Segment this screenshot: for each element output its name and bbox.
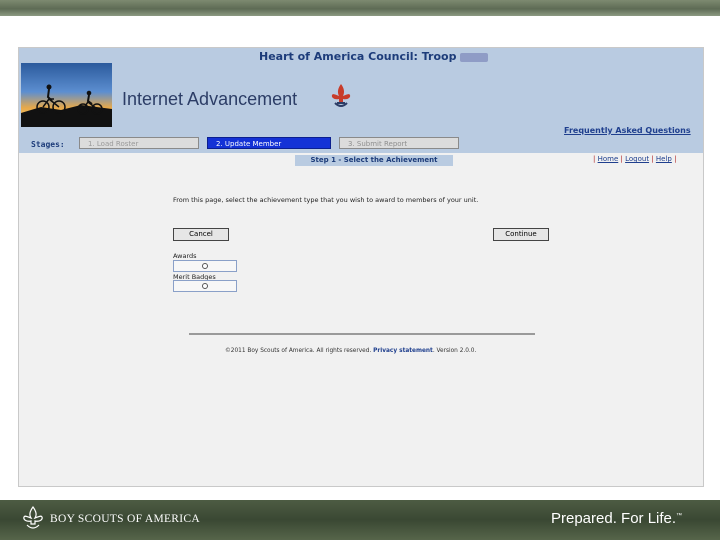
stages-label: Stages: [31, 140, 65, 149]
app-header: Heart of America Council: Troop Internet… [19, 48, 703, 153]
app-title: Internet Advancement [122, 89, 298, 109]
home-link[interactable]: Home [598, 155, 619, 163]
nav-links: | Home | Logout | Help | [593, 155, 676, 163]
link-separator: | [674, 155, 677, 163]
council-title-text: Heart of America Council: Troop [259, 50, 457, 63]
awards-label: Awards [173, 252, 197, 260]
cancel-button[interactable]: Cancel [173, 228, 229, 241]
faq-link[interactable]: Frequently Asked Questions [564, 126, 691, 135]
browser-content: Heart of America Council: Troop Internet… [18, 47, 704, 487]
cyclists-sunset-image [21, 63, 112, 127]
logout-link[interactable]: Logout [625, 155, 649, 163]
bsa-org-name: BOY SCOUTS OF AMERICA [50, 513, 200, 525]
tagline-text: Prepared. For Life. [551, 510, 677, 527]
merit-badges-option[interactable] [173, 280, 237, 292]
bsa-fleur-de-lis-icon [329, 83, 353, 111]
slide-top-band [0, 0, 720, 16]
stage-submit-report: 3. Submit Report [339, 137, 459, 149]
privacy-statement-link[interactable]: Privacy statement [373, 348, 433, 354]
link-separator: | [620, 155, 623, 163]
step-indicator: Step 1 - Select the Achievement [295, 155, 453, 166]
link-separator: | [593, 155, 596, 163]
copyright-footer: ©2011 Boy Scouts of America. All rights … [225, 348, 476, 354]
help-link[interactable]: Help [656, 155, 672, 163]
footer-divider [189, 333, 535, 335]
awards-radio[interactable] [202, 263, 208, 269]
awards-option[interactable] [173, 260, 237, 272]
stage-load-roster: 1. Load Roster [79, 137, 199, 149]
troop-number-redacted [460, 52, 489, 62]
council-title: Heart of America Council: Troop [259, 50, 489, 63]
trademark-symbol: ™ [676, 513, 683, 519]
stage-update-member: 2. Update Member [207, 137, 331, 149]
link-separator: | [651, 155, 654, 163]
version-text: . Version 2.0.0. [432, 348, 477, 354]
copyright-text: ©2011 Boy Scouts of America. All rights … [225, 348, 372, 354]
bsa-brand: BOY SCOUTS OF AMERICA [22, 505, 200, 533]
instructions-text: From this page, select the achievement t… [173, 196, 479, 204]
tagline: Prepared. For Life.™ [551, 510, 682, 527]
bsa-logo-icon [23, 506, 43, 529]
merit-badges-radio[interactable] [202, 283, 208, 289]
header-photo [21, 63, 112, 127]
continue-button[interactable]: Continue [493, 228, 549, 241]
